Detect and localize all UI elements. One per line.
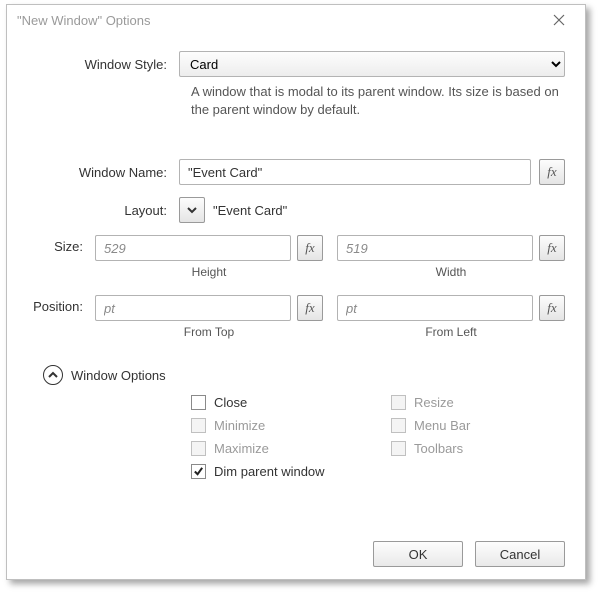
dialog-window: "New Window" Options Window Style: Card … [6, 4, 586, 580]
label-position: Position: [27, 295, 95, 314]
checkbox-dim-parent-label: Dim parent window [214, 464, 325, 479]
window-options-disclose[interactable] [43, 365, 63, 385]
window-options-grid: Close Resize Minimize Menu Bar Maximize … [191, 395, 565, 479]
checkbox-toolbars: Toolbars [391, 441, 571, 456]
position-from-top-label: From Top [184, 325, 234, 339]
window-name-input[interactable] [179, 159, 531, 185]
dialog-title: "New Window" Options [17, 13, 151, 28]
checkbox-resize: Resize [391, 395, 571, 410]
window-style-description: A window that is modal to its parent win… [191, 83, 565, 119]
checkbox-maximize-label: Maximize [214, 441, 269, 456]
size-height-input[interactable] [95, 235, 291, 261]
size-width-input[interactable] [337, 235, 533, 261]
dialog-footer: OK Cancel [373, 541, 565, 567]
checkbox-maximize: Maximize [191, 441, 391, 456]
chevron-down-icon [187, 205, 197, 215]
close-button[interactable] [539, 6, 579, 34]
checkbox-toolbars-label: Toolbars [414, 441, 463, 456]
ok-button[interactable]: OK [373, 541, 463, 567]
size-width-label: Width [436, 265, 467, 279]
checkbox-menu-bar-label: Menu Bar [414, 418, 470, 433]
checkbox-dim-parent[interactable]: Dim parent window [191, 464, 571, 479]
position-from-top-input[interactable] [95, 295, 291, 321]
dialog-content: Window Style: Card A window that is moda… [7, 35, 585, 491]
fx-button-width[interactable]: fx [539, 235, 565, 261]
window-style-dropdown[interactable]: Card [179, 51, 565, 77]
fx-button-height[interactable]: fx [297, 235, 323, 261]
close-icon [553, 14, 565, 26]
cancel-button[interactable]: Cancel [475, 541, 565, 567]
checkbox-minimize: Minimize [191, 418, 391, 433]
checkbox-resize-label: Resize [414, 395, 454, 410]
position-from-left-input[interactable] [337, 295, 533, 321]
layout-picker-button[interactable] [179, 197, 205, 223]
layout-value: "Event Card" [213, 203, 287, 218]
label-window-name: Window Name: [27, 165, 179, 180]
label-size: Size: [27, 235, 95, 254]
label-layout: Layout: [27, 203, 179, 218]
fx-button-from-top[interactable]: fx [297, 295, 323, 321]
checkbox-minimize-label: Minimize [214, 418, 265, 433]
checkbox-menu-bar: Menu Bar [391, 418, 571, 433]
size-height-label: Height [192, 265, 227, 279]
position-from-left-label: From Left [425, 325, 476, 339]
label-window-style: Window Style: [27, 57, 179, 72]
checkbox-close[interactable]: Close [191, 395, 391, 410]
window-options-heading: Window Options [71, 368, 166, 383]
fx-button-window-name[interactable]: fx [539, 159, 565, 185]
checkbox-close-label: Close [214, 395, 247, 410]
chevron-up-icon [48, 370, 58, 380]
titlebar: "New Window" Options [7, 5, 585, 35]
fx-button-from-left[interactable]: fx [539, 295, 565, 321]
